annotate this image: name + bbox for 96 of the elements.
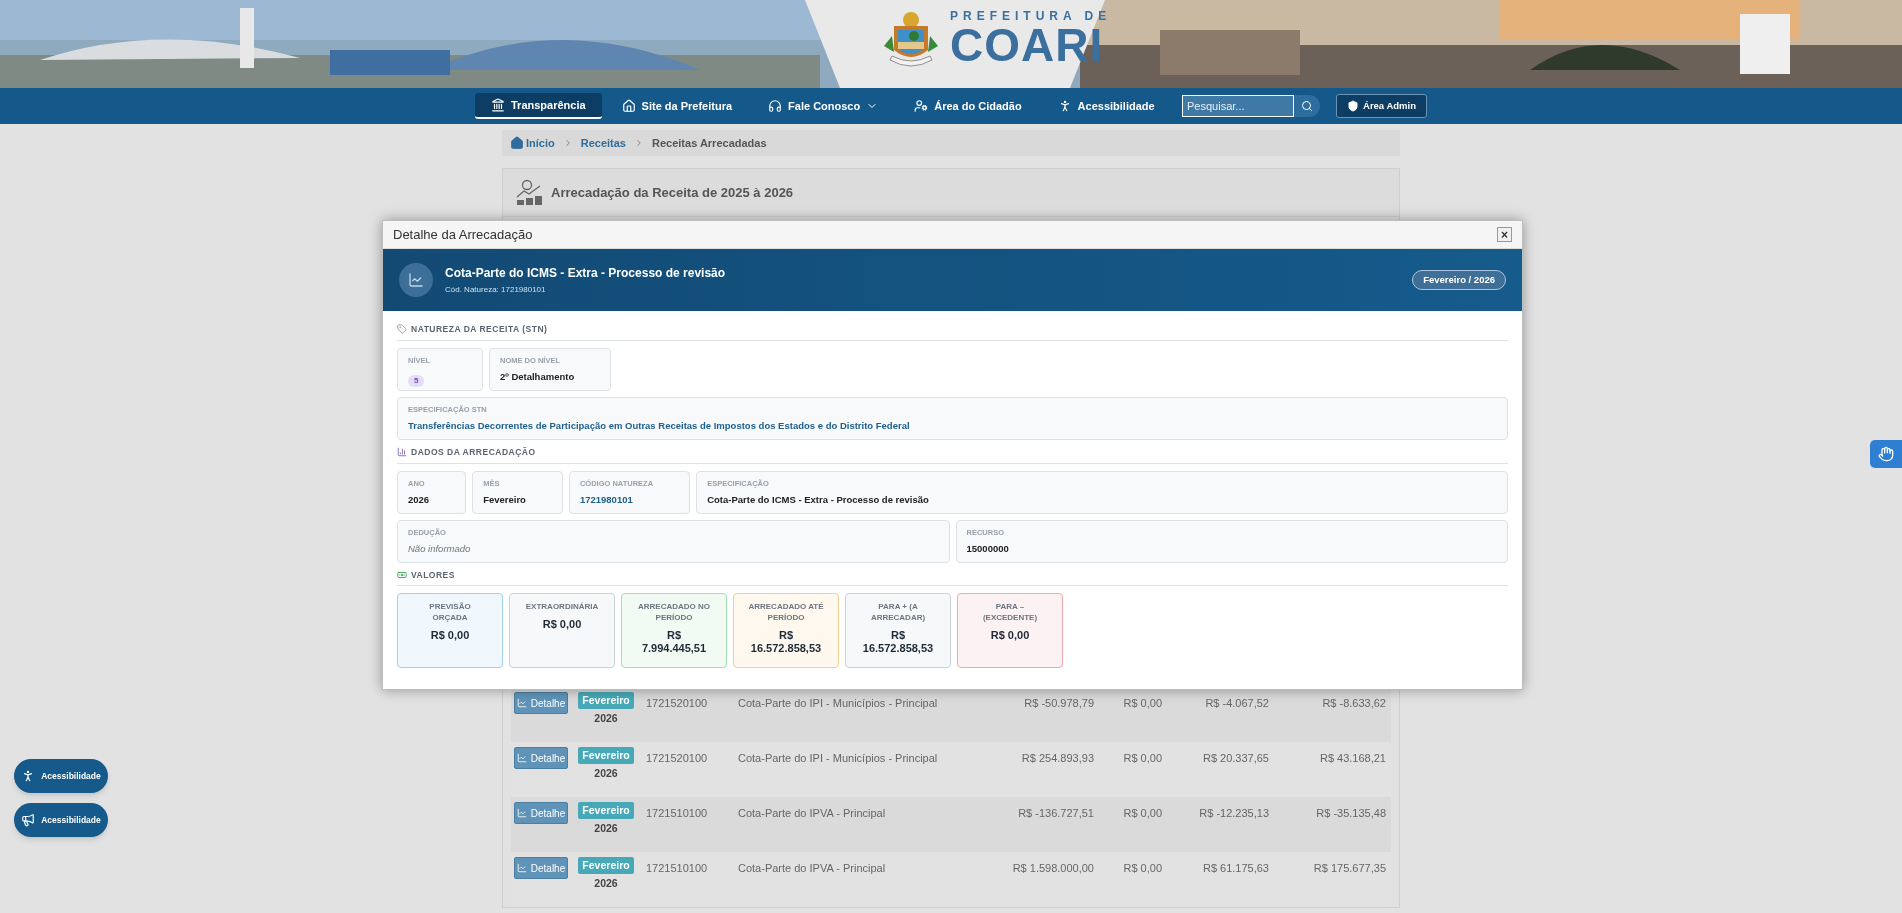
- year-text: 2026: [594, 711, 618, 726]
- breadcrumb-link[interactable]: Início: [526, 134, 555, 152]
- value-amount: R$ 0,00: [541, 618, 583, 632]
- code-cell-text: 1721520100: [646, 751, 709, 766]
- level-badge: 5: [408, 375, 425, 387]
- value-label: PREVISÃO ORÇADA: [428, 601, 472, 624]
- nav-tab[interactable]: Site da Prefeitura: [605, 93, 749, 119]
- amount-cell-text: R$ 175.677,35: [1312, 861, 1386, 876]
- amount-cell-text: R$ -8.633,62: [1321, 696, 1386, 711]
- month-badge: Fevereiro: [578, 802, 634, 819]
- value-amount: R$ 0,00: [989, 629, 1031, 643]
- value-amount: R$ 16.572.858,53: [861, 629, 935, 656]
- hands-icon: [1878, 446, 1894, 462]
- megaphone-icon: [21, 813, 36, 827]
- amount-cell-text: R$ 254.893,93: [1020, 751, 1094, 766]
- field-value: Cota-Parte do ICMS - Extra - Processo de revisão: [707, 492, 930, 507]
- chevron-right-icon: [634, 138, 644, 148]
- nav-tab[interactable]: Área do Cidadão: [898, 93, 1038, 119]
- year-text: 2026: [594, 876, 618, 891]
- amount-cell-text: R$ -4.067,52: [1204, 696, 1269, 711]
- field-value: 15000000: [966, 541, 1010, 556]
- month-badge: Fevereiro: [578, 747, 634, 764]
- amount-cell-text: R$ -35.135,48: [1315, 806, 1386, 821]
- revenue-chart-icon: [515, 178, 543, 207]
- amount-cell-text: R$ 20.337,65: [1201, 751, 1269, 766]
- accessibility-button[interactable]: Acessibilidade: [14, 759, 108, 793]
- nav-tab[interactable]: Acessibilidade: [1041, 93, 1171, 119]
- year-text: 2026: [594, 821, 618, 836]
- nav-tab[interactable]: Fale Conosco: [752, 93, 895, 119]
- logo-subtitle: PREFEITURA DE: [950, 10, 1112, 22]
- amount-cell-text: R$ -12.235,13: [1198, 806, 1269, 821]
- breadcrumb-link[interactable]: Receitas: [580, 134, 626, 152]
- value-amount: R$ 0,00: [429, 629, 471, 643]
- chart-icon: [516, 863, 527, 873]
- month-badge: Fevereiro: [578, 692, 634, 709]
- amount-cell-text: R$ 61.175,63: [1201, 861, 1269, 876]
- section-heading: DADOS DA ARRECADAÇÃO: [411, 445, 536, 459]
- value-label: PARA + (A ARRECADAR): [869, 601, 927, 624]
- accessibility-button[interactable]: Acessibilidade: [14, 803, 108, 837]
- user-icon: [914, 99, 929, 113]
- bank-icon: [491, 98, 505, 112]
- headset-icon: [768, 99, 783, 113]
- tag-icon: [397, 324, 407, 335]
- field-value: 2026: [408, 492, 430, 507]
- code-cell-text: 1721520100: [646, 696, 709, 711]
- chart-icon: [516, 698, 527, 708]
- sign-language-button[interactable]: [1870, 440, 1902, 468]
- shield-icon: [1347, 100, 1360, 112]
- chart-icon: [516, 808, 527, 818]
- description-cell-text: Cota-Parte do IPI - Municípios - Principal: [738, 751, 939, 766]
- amount-cell-text: R$ 1.598.000,00: [1011, 861, 1094, 876]
- money-icon: [397, 569, 407, 580]
- value-amount: R$ 16.572.858,53: [749, 629, 823, 656]
- amount-cell-text: R$ 0,00: [1122, 861, 1162, 876]
- section-heading: NATUREZA DA RECEITA (STN): [411, 323, 548, 336]
- value-label: PARA – (EXCEDENTE): [981, 601, 1039, 624]
- logo-title: COARI: [950, 22, 1104, 68]
- close-button[interactable]: ×: [1497, 227, 1512, 242]
- value-label: ARRECADADO NO PERÍODO: [637, 601, 711, 624]
- search-field[interactable]: Pesquisar...: [1182, 95, 1295, 117]
- amount-cell-text: R$ 0,00: [1122, 751, 1162, 766]
- field-value: Não informado: [408, 541, 472, 556]
- revenue-title: Cota-Parte do ICMS - Extra - Processo de revisão: [445, 265, 726, 282]
- code-cell-text: 1721510100: [646, 806, 709, 821]
- breadcrumb-current: Receitas Arrecadadas: [652, 135, 767, 151]
- amount-cell-text: R$ 0,00: [1122, 696, 1162, 711]
- month-badge: Fevereiro: [578, 857, 634, 874]
- search-icon: [1301, 100, 1314, 112]
- value-amount: R$ 7.994.445,51: [640, 629, 708, 656]
- year-text: 2026: [594, 766, 618, 781]
- section-heading: VALORES: [411, 568, 455, 582]
- description-cell-text: Cota-Parte do IPVA - Principal: [738, 806, 887, 821]
- field-value: 2º Detalhamento: [500, 370, 575, 384]
- card-title: Arrecadação da Receita de 2025 à 2026: [551, 183, 794, 202]
- description-cell-text: Cota-Parte do IPI - Municípios - Principal: [738, 696, 939, 711]
- nav-tab[interactable]: Transparência: [475, 93, 602, 119]
- search-button[interactable]: [1294, 95, 1321, 117]
- period-badge: Fevereiro / 2026: [1412, 270, 1506, 290]
- revenue-code: Cód. Natureza: 1721980101: [445, 284, 547, 296]
- chart-icon: [516, 753, 527, 763]
- description-cell-text: Cota-Parte do IPVA - Principal: [738, 861, 887, 876]
- home-icon: [510, 136, 524, 150]
- amount-cell-text: R$ -136.727,51: [1017, 806, 1094, 821]
- field-value: Fevereiro: [483, 492, 526, 507]
- value-label: ARRECADADO ATÉ PERÍODO: [747, 601, 825, 624]
- bar-chart-icon: [397, 447, 407, 458]
- value-label: EXTRAORDINÁRIA: [524, 601, 600, 613]
- home-icon: [621, 99, 636, 113]
- amount-cell-text: R$ 43.168,21: [1318, 751, 1386, 766]
- field-value: Transferências Decorrentes de Participação em Outras Receitas de Impostos dos Estados e do Distrito Federal: [408, 419, 911, 433]
- modal-title: Detalhe da Arrecadação: [393, 225, 533, 244]
- field-value: 1721980101: [579, 492, 634, 507]
- amount-cell-text: R$ -50.978,79: [1023, 696, 1094, 711]
- amount-cell-text: R$ 0,00: [1122, 806, 1162, 821]
- admin-button[interactable]: Área Admin: [1336, 94, 1427, 118]
- code-cell-text: 1721510100: [646, 861, 709, 876]
